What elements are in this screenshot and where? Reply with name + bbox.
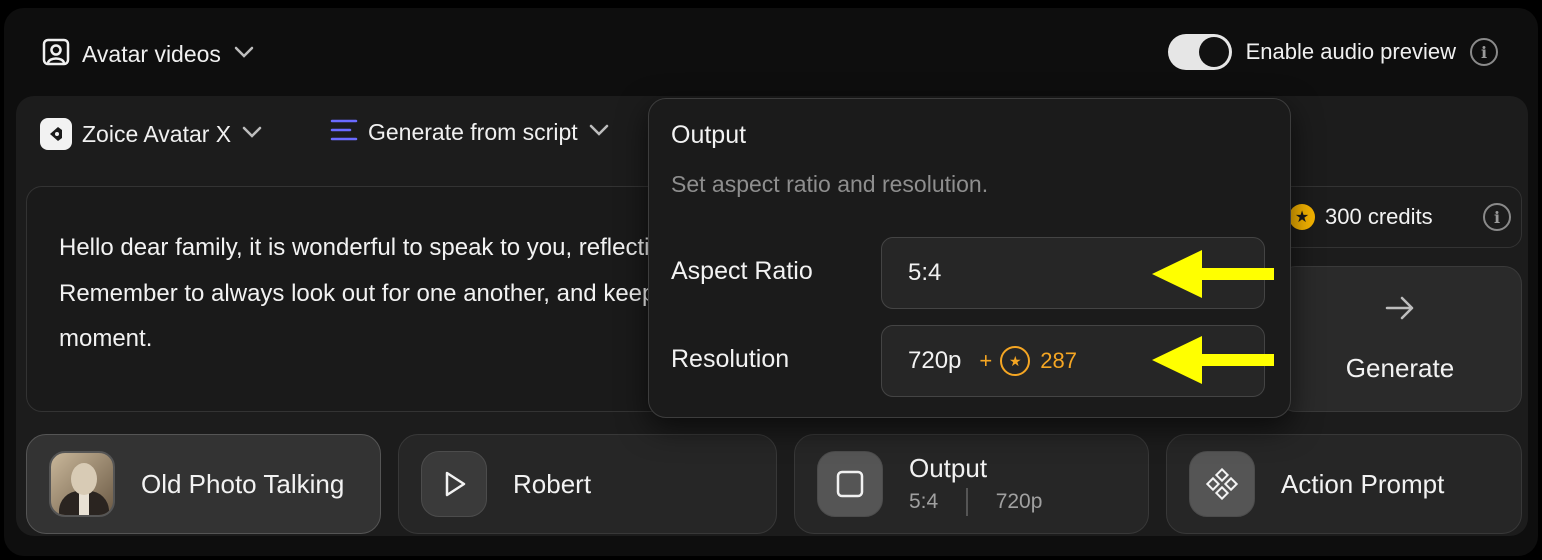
cost-plus: +: [979, 348, 993, 373]
photo-card[interactable]: Old Photo Talking: [26, 434, 381, 534]
play-icon: [445, 471, 466, 497]
aspect-ratio-label: Aspect Ratio: [671, 257, 813, 285]
chevron-down-icon: [233, 45, 255, 64]
popover-title: Output: [671, 121, 747, 149]
diamonds-icon-box: [1189, 451, 1255, 517]
info-icon[interactable]: i: [1470, 38, 1498, 66]
output-card-label: Output: [909, 452, 988, 483]
old-photo-thumbnail: [49, 451, 115, 517]
divider: [966, 487, 968, 516]
credits-display: ★ 300 credits i: [1278, 186, 1522, 248]
voice-card-label: Robert: [513, 468, 592, 499]
aspect-ratio-select[interactable]: 5:4: [881, 237, 1265, 309]
credits-label: 300 credits: [1325, 204, 1433, 229]
action-prompt-card[interactable]: Action Prompt: [1166, 434, 1522, 534]
source-label: Generate from script: [368, 119, 578, 145]
audio-preview-label: Enable audio preview: [1245, 39, 1456, 64]
resolution-value: 720p: [908, 347, 962, 374]
aspect-ratio-value: 5:4: [908, 259, 942, 286]
arrow-right-icon: [1384, 295, 1416, 329]
mode-selector[interactable]: Avatar videos: [42, 38, 255, 71]
credit-coin-icon: ★: [1000, 346, 1031, 376]
output-card[interactable]: Output 5:4 720p: [794, 434, 1149, 534]
play-icon-box: [421, 451, 487, 517]
square-icon: [836, 470, 864, 498]
audio-preview-toggle[interactable]: [1167, 34, 1232, 70]
text-lines-icon: [330, 118, 358, 147]
toggle-knob: [1198, 37, 1229, 67]
avatar-portrait-icon: [42, 38, 70, 71]
info-icon[interactable]: i: [1483, 203, 1511, 231]
output-resolution: 720p: [995, 489, 1043, 513]
star-coin-icon: ★: [1289, 204, 1315, 230]
action-prompt-label: Action Prompt: [1281, 468, 1445, 499]
generate-label: Generate: [1345, 352, 1455, 383]
mode-label: Avatar videos: [82, 41, 221, 67]
output-ratio: 5:4: [909, 489, 939, 513]
popover-subtitle: Set aspect ratio and resolution.: [671, 171, 989, 197]
source-selector[interactable]: Generate from script: [330, 118, 610, 147]
generate-button[interactable]: Generate: [1278, 266, 1522, 412]
diamonds-icon: [1206, 468, 1238, 500]
audio-preview-control: Enable audio preview i: [1167, 34, 1498, 70]
resolution-cost: 287: [1040, 348, 1077, 373]
resolution-label: Resolution: [671, 345, 790, 373]
resolution-select[interactable]: 720p + ★ 287: [881, 325, 1265, 397]
model-logo-icon: [40, 118, 72, 150]
photo-card-label: Old Photo Talking: [141, 468, 345, 499]
model-label: Zoice Avatar X: [82, 120, 232, 147]
chevron-down-icon: [588, 123, 610, 142]
voice-card[interactable]: Robert: [398, 434, 777, 534]
chevron-down-icon: [241, 125, 263, 144]
square-icon-box: [817, 451, 883, 517]
model-selector[interactable]: Zoice Avatar X: [40, 118, 263, 150]
output-popover: Output Set aspect ratio and resolution. …: [648, 98, 1291, 418]
